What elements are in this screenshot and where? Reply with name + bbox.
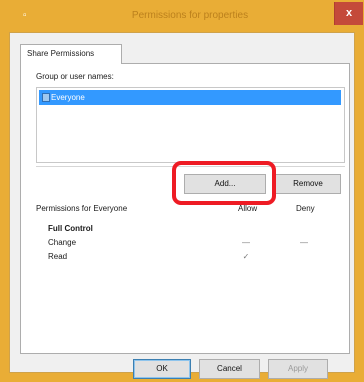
ok-button[interactable]: OK [133,359,191,379]
permission-row-read: Read [48,252,68,261]
allow-checkbox-read[interactable]: ✓ [240,252,252,261]
permission-row-full-control: Full Control [48,224,93,233]
group-names-list[interactable]: Everyone [36,87,345,163]
permissions-dialog: ▫ Permissions for properties x Share Per… [0,0,364,382]
remove-button[interactable]: Remove [275,174,341,194]
deny-checkbox-change[interactable]: — [298,238,310,247]
group-names-label: Group or user names: [36,72,114,81]
add-button[interactable]: Add... [184,174,266,194]
title-bar[interactable]: ▫ Permissions for properties x [0,0,364,32]
close-button[interactable]: x [334,2,363,25]
window-title: Permissions for properties [131,10,249,21]
separator [36,166,345,167]
apply-button[interactable]: Apply [268,359,328,379]
folder-icon: ▫ [23,10,27,21]
permissions-header: Permissions for Everyone [36,204,128,213]
tab-share-permissions[interactable]: Share Permissions [20,44,122,64]
deny-column-header: Deny [296,204,315,213]
allow-checkbox-change[interactable]: — [240,238,252,247]
allow-column-header: Allow [238,204,258,213]
cancel-button[interactable]: Cancel [199,359,260,379]
permission-row-change: Change [48,238,77,247]
users-icon [42,93,50,102]
list-item-label: Everyone [51,93,85,102]
list-item-everyone[interactable]: Everyone [39,90,341,105]
